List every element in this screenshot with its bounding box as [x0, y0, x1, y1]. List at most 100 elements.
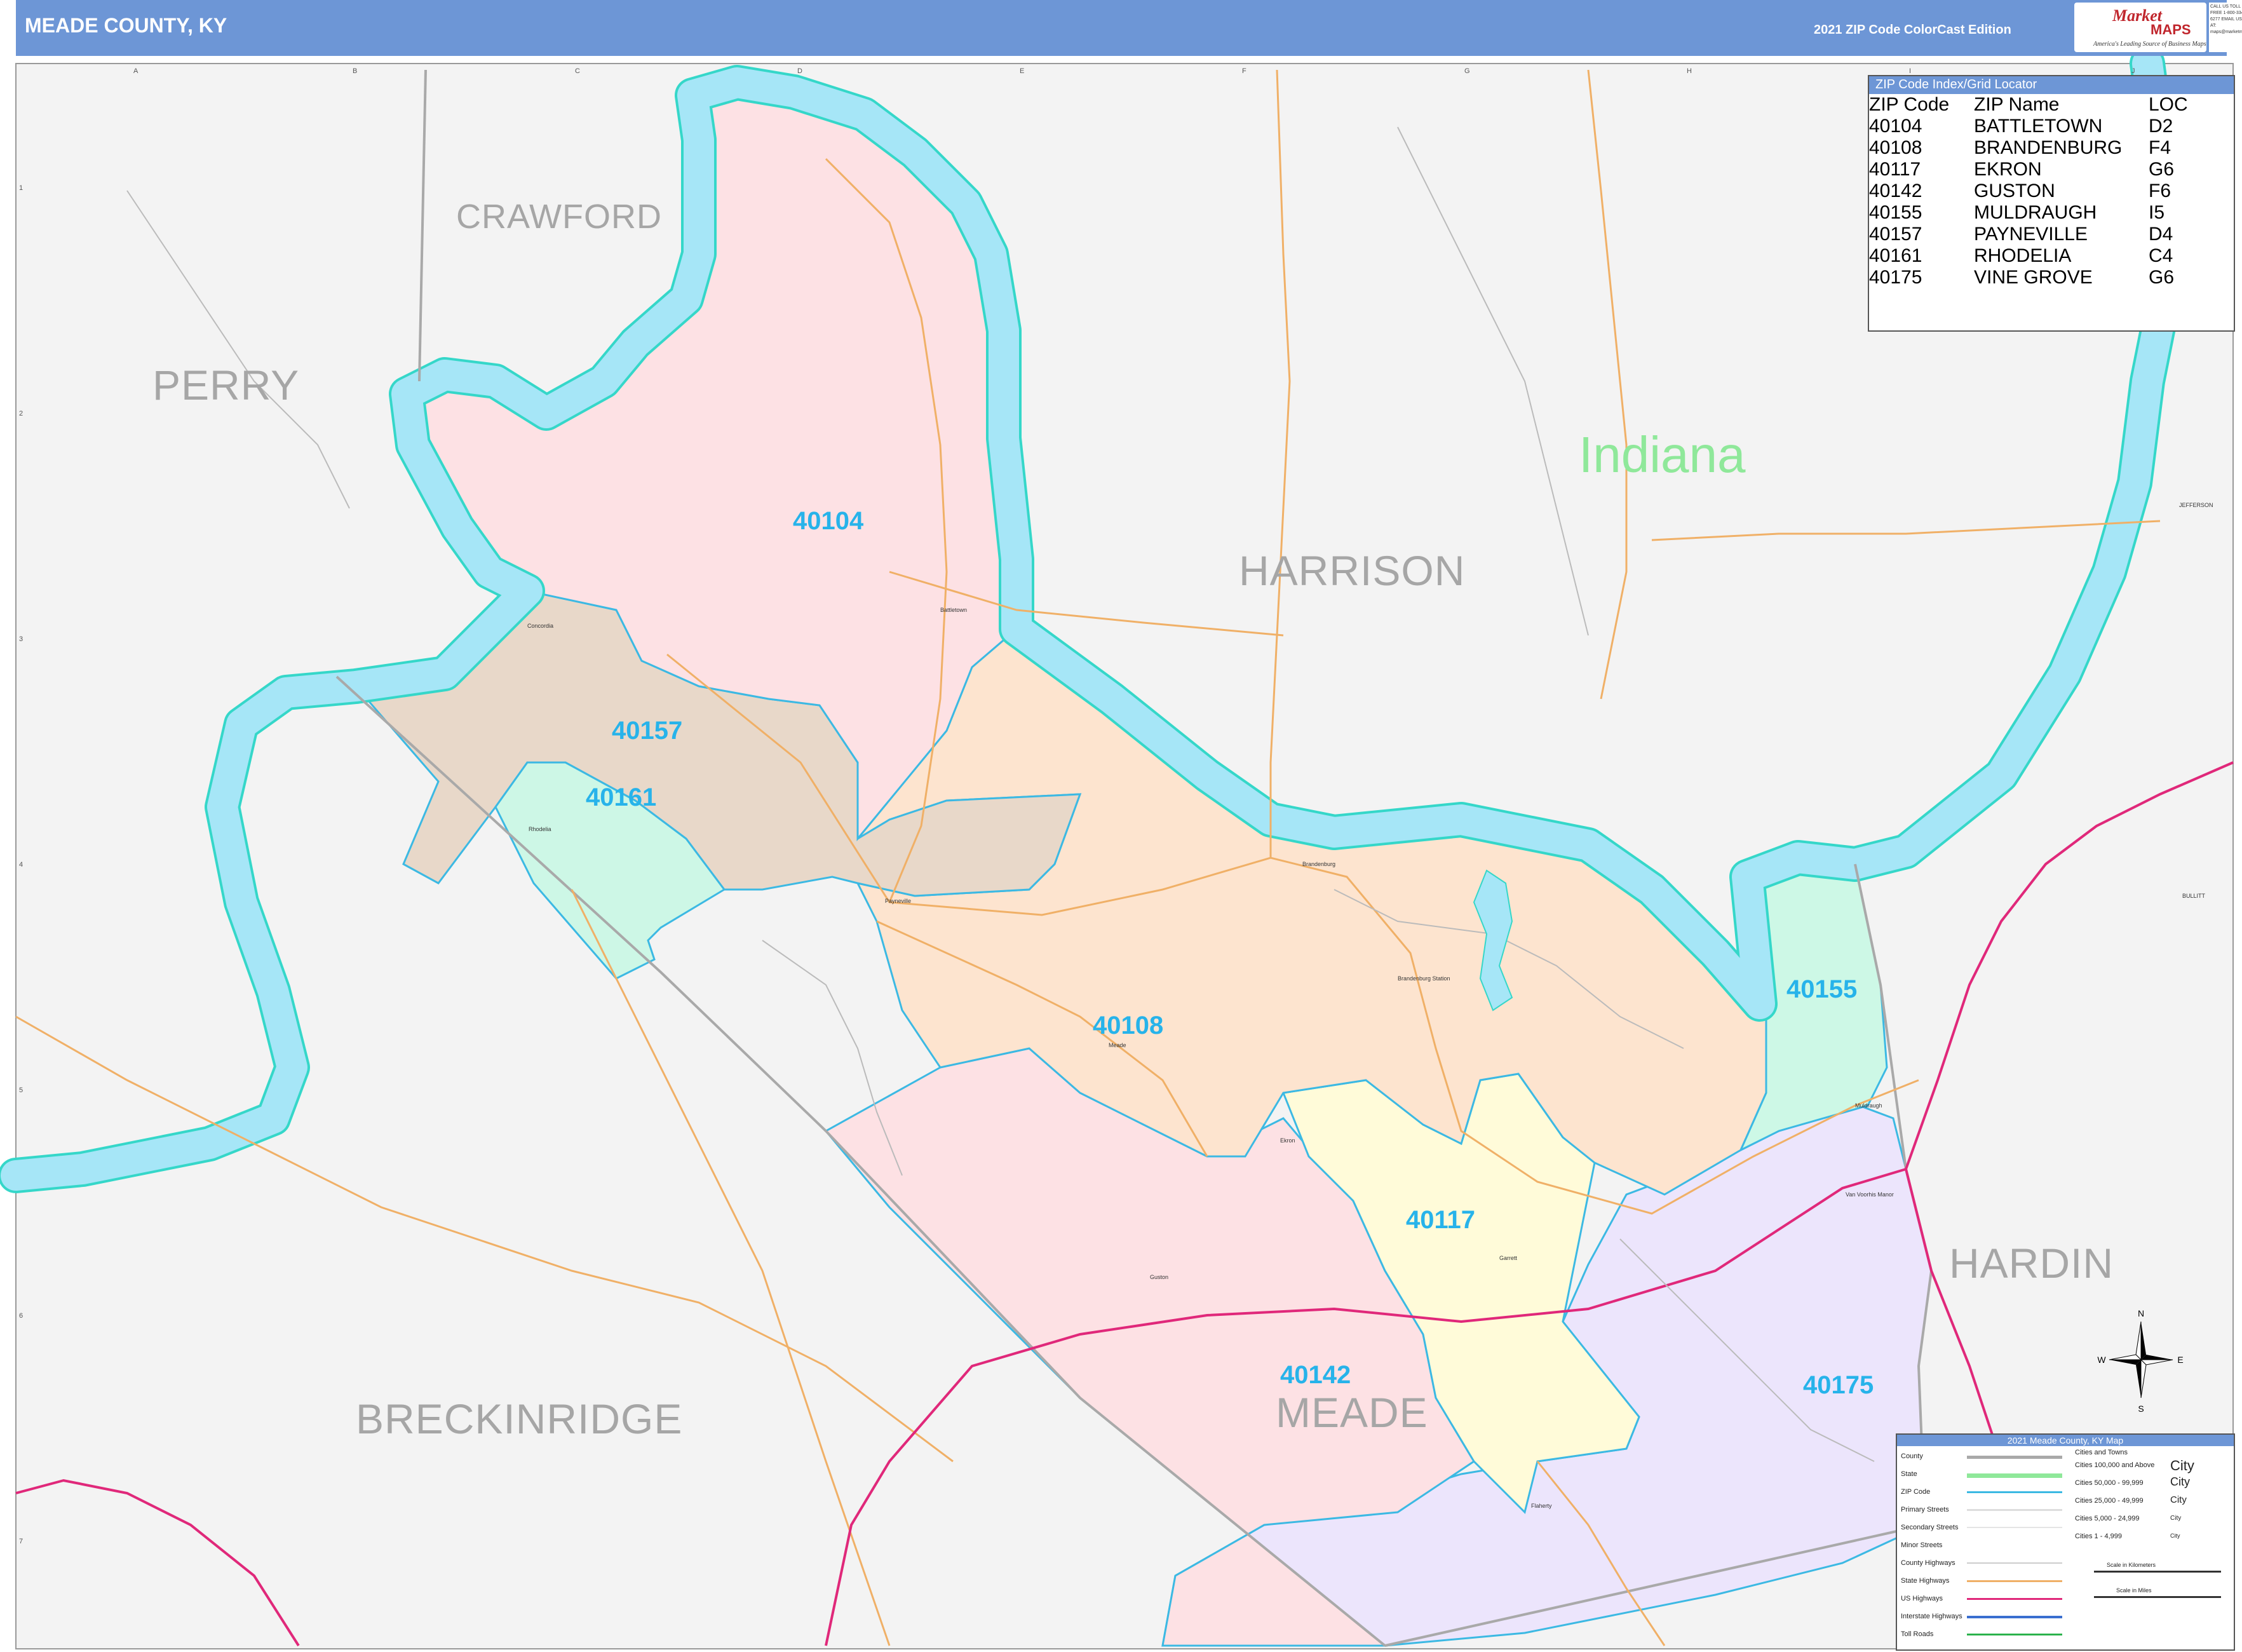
- grid-row-5: 5: [19, 1087, 24, 1094]
- grid-row-7: 7: [19, 1538, 24, 1545]
- grid-col-g: G: [1464, 67, 1470, 75]
- compass-rose-icon: N S E W: [2097, 1308, 2183, 1414]
- town-label: Flaherty: [1531, 1503, 1552, 1509]
- legend-city-class: Cities 50,000 - 99,999: [2075, 1479, 2144, 1487]
- county-label-crawford: CRAWFORD: [456, 198, 662, 236]
- legend-city-sample: City: [2170, 1515, 2182, 1522]
- grid-row-6: 6: [19, 1312, 24, 1320]
- zip-index-name: BRANDENBURG: [1974, 137, 2123, 158]
- legend-scale-bar: [2094, 1571, 2221, 1573]
- map-header: MEADE COUNTY, KY 2021 ZIP Code ColorCast…: [16, 0, 2242, 56]
- legend-scale-mi: Scale in Miles: [2116, 1587, 2152, 1594]
- town-label: Meade: [1109, 1042, 1126, 1048]
- legend-item: State: [1901, 1470, 1917, 1478]
- grid-col-c: C: [575, 67, 580, 75]
- zip-index-row: 40117 EKRON G6: [1869, 159, 2234, 180]
- town-label: Garrett: [1499, 1255, 1518, 1261]
- legend-city-class: Cities 5,000 - 24,999: [2075, 1515, 2140, 1522]
- legend-title: 2021 Meade County, KY Map: [1897, 1435, 2234, 1446]
- town-label: Muldraugh: [1855, 1102, 1882, 1109]
- zip-index-header-row: ZIP Code ZIP Name LOC: [1869, 94, 2234, 116]
- zip-index-name: PAYNEVILLE: [1974, 224, 2088, 245]
- legend-swatch: [1967, 1473, 2062, 1478]
- zip-index-code: 40117: [1869, 159, 1921, 180]
- zip-index-code: 40108: [1869, 137, 1922, 158]
- legend-item: Minor Streets: [1901, 1541, 1943, 1549]
- grid-row-1: 1: [19, 184, 24, 192]
- legend-item: ZIP Code: [1901, 1488, 1931, 1496]
- county-label-hardin: HARDIN: [1949, 1240, 2114, 1287]
- logo-tagline: America's Leading Source of Business Map…: [2093, 41, 2206, 48]
- legend-scale-km: Scale in Kilometers: [2107, 1562, 2156, 1568]
- legend-city-class: Cities 1 - 4,999: [2075, 1533, 2122, 1540]
- zip-index-loc: D2: [2149, 116, 2173, 137]
- zip-label-40157: 40157: [612, 717, 683, 745]
- legend-swatch: [1967, 1598, 2062, 1600]
- zip-label-40155: 40155: [1786, 975, 1858, 1003]
- zip-index-loc: G6: [2149, 267, 2175, 288]
- legend-item: Primary Streets: [1901, 1506, 1949, 1513]
- map-edition: 2021 ZIP Code ColorCast Edition: [1814, 23, 2011, 37]
- legend-item: US Highways: [1901, 1595, 1943, 1602]
- market-maps-logo: Market MAPS America's Leading Source of …: [2074, 3, 2206, 52]
- town-label: Payneville: [885, 898, 912, 904]
- legend-swatch: [1967, 1616, 2062, 1618]
- zip-index-panel: ZIP Code Index/Grid Locator ZIP Code ZIP…: [1868, 75, 2235, 332]
- zip-index-code: 40157: [1869, 224, 1922, 245]
- legend-city-sample: City: [2170, 1458, 2194, 1473]
- zip-index-loc: F4: [2149, 137, 2171, 158]
- town-label: BULLITT: [2182, 893, 2206, 899]
- zip-index-code: 40155: [1869, 202, 1922, 223]
- legend-swatch: [1967, 1580, 2062, 1582]
- zip-index-row: 40155 MULDRAUGH I5: [1869, 202, 2234, 224]
- grid-col-h: H: [1687, 67, 1692, 75]
- zip-index-code: 40175: [1869, 267, 1922, 288]
- legend-swatch: [1967, 1509, 2062, 1511]
- grid-col-e: E: [1020, 67, 1025, 75]
- legend-city-class: Cities 100,000 and Above: [2075, 1461, 2155, 1469]
- legend-swatch: [1967, 1491, 2062, 1493]
- zip-index-code: 40161: [1869, 245, 1922, 266]
- county-label-perry: PERRY: [152, 362, 300, 409]
- legend-scale-bar: [2094, 1596, 2221, 1598]
- state-label-indiana: Indiana: [1579, 426, 1746, 483]
- grid-col-a: A: [133, 67, 138, 75]
- map-legend: 2021 Meade County, KY Map County State Z…: [1896, 1433, 2235, 1651]
- zip-index-row: 40142 GUSTON F6: [1869, 180, 2234, 202]
- zip-index-title: ZIP Code Index/Grid Locator: [1869, 76, 2234, 94]
- zip-index-header: LOC: [2149, 94, 2188, 115]
- legend-item: State Highways: [1901, 1577, 1950, 1585]
- legend-city-sample: City: [2170, 1533, 2180, 1539]
- legend-swatch: [1967, 1562, 2062, 1564]
- zip-index-loc: F6: [2149, 180, 2171, 201]
- zip-label-40108: 40108: [1093, 1012, 1164, 1039]
- zip-index-loc: D4: [2149, 224, 2173, 245]
- legend-swatch: [1967, 1527, 2062, 1528]
- zip-index-row: 40161 RHODELIA C4: [1869, 245, 2234, 267]
- legend-cities-title: Cities and Towns: [2075, 1449, 2128, 1456]
- zip-label-40104: 40104: [793, 507, 864, 535]
- legend-city-sample: City: [2170, 1494, 2187, 1505]
- town-label: Brandenburg: [1302, 861, 1336, 867]
- zip-index-header: ZIP Code: [1869, 94, 1950, 115]
- town-label: JEFFERSON: [2179, 502, 2213, 508]
- town-label: Concordia: [527, 623, 554, 629]
- legend-swatch: [1967, 1456, 2062, 1459]
- grid-col-i: I: [1909, 67, 1912, 75]
- zip-index-row: 40157 PAYNEVILLE D4: [1869, 224, 2234, 245]
- town-label: Rhodelia: [529, 826, 551, 832]
- grid-col-b: B: [353, 67, 358, 75]
- logo-maps-text: MAPS: [2151, 22, 2191, 37]
- map-title: MEADE COUNTY, KY: [25, 14, 227, 37]
- compass-w: W: [2097, 1355, 2106, 1365]
- county-label-breckinridge: BRECKINRIDGE: [356, 1395, 683, 1442]
- zip-index-loc: G6: [2149, 159, 2175, 180]
- town-label: Brandenburg Station: [1398, 975, 1450, 982]
- zip-label-40142: 40142: [1280, 1361, 1351, 1389]
- legend-item: County Highways: [1901, 1559, 1955, 1567]
- grid-row-3: 3: [19, 635, 24, 643]
- zip-label-40161: 40161: [586, 783, 657, 811]
- grid-col-f: F: [1242, 67, 1246, 75]
- legend-city-sample: City: [2170, 1475, 2190, 1488]
- zip-index-name: GUSTON: [1974, 180, 2055, 201]
